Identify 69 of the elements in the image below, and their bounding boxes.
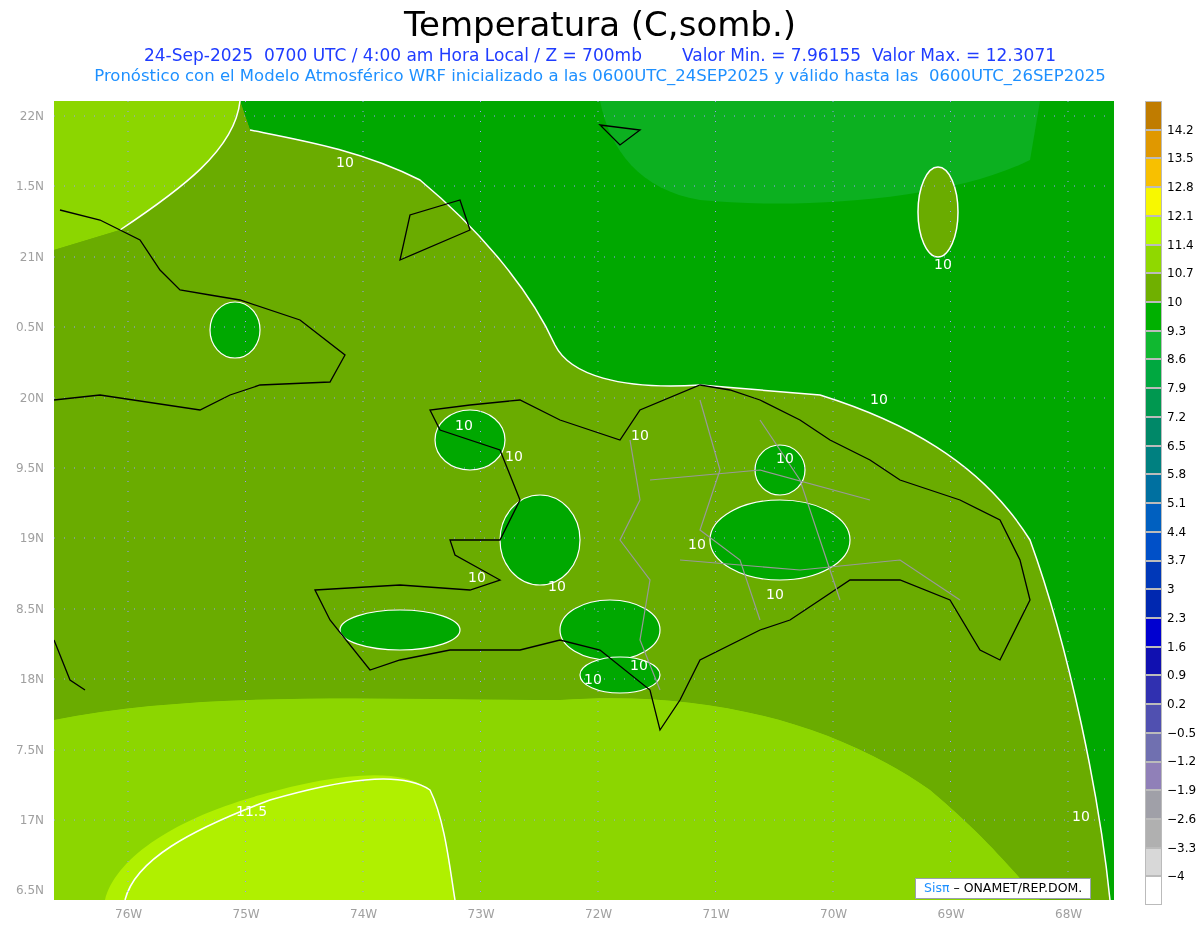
longitude-label: 74W <box>350 906 376 922</box>
forecast-info: 24-Sep-2025 0700 UTC / 4:00 am Hora Local / Z = 700mb <box>143 44 642 66</box>
latitude-label: 17N <box>18 812 44 828</box>
colorbar-label: 0.2 <box>1167 696 1187 712</box>
longitude-label: 72W <box>585 906 611 922</box>
contour-label: 10 <box>766 586 784 602</box>
latitude-label: 7.5N <box>14 741 44 758</box>
colorbar-label: 8.6 <box>1167 351 1187 368</box>
colorbar-label: 13.5 <box>1167 150 1194 167</box>
colorbar-label: 12.1 <box>1167 207 1194 224</box>
latitude-label: 22N <box>18 108 44 124</box>
contour-label: 10 <box>630 657 648 673</box>
contour-label: 10 <box>336 154 354 170</box>
latitude-label: 1.5N <box>14 178 44 195</box>
colorbar-label: 5.8 <box>1167 466 1187 483</box>
contour-label: 11.5 <box>236 803 268 819</box>
colorbar-label: 4.4 <box>1167 523 1187 540</box>
value-range: Valor Min. = 7.96155 Valor Max. = 12.3071 <box>681 44 1057 66</box>
longitude-label: 71W <box>702 906 729 922</box>
colorbar-label: −2.6 <box>1167 810 1197 827</box>
longitude-label: 68W <box>1055 906 1081 922</box>
contour-label: 10 <box>1072 808 1090 824</box>
colorbar-label: 3 <box>1167 581 1175 598</box>
longitude-label: 69W <box>937 906 964 922</box>
colorbar-label: 11.4 <box>1167 236 1194 253</box>
longitude-label: 70W <box>820 906 846 922</box>
colorbar-label: 9.3 <box>1167 322 1187 339</box>
contour-label: 10 <box>505 448 523 464</box>
colorbar-label: 2.3 <box>1167 609 1187 626</box>
colorbar-label: −4 <box>1167 868 1185 885</box>
colorbar-label: 5.1 <box>1167 495 1187 511</box>
contour-label: 10 <box>455 417 473 433</box>
colorbar-label: 10 <box>1167 294 1183 310</box>
colorbar-label: 10.7 <box>1167 265 1194 282</box>
colorbar-label: 7.9 <box>1167 380 1187 397</box>
colorbar-label: 3.7 <box>1167 552 1187 569</box>
colorbar-label: 0.9 <box>1167 667 1187 684</box>
longitude-label: 76W <box>115 906 141 922</box>
credit-text: – ONAMET/REP.DOM. <box>952 879 1083 898</box>
chart-title: Temperatura (C,somb.) <box>404 4 796 44</box>
brand-logo-text: Sisπ <box>924 879 950 898</box>
latitude-label: 0.5N <box>14 319 44 336</box>
contour-label: 10 <box>468 569 486 585</box>
colorbar-label: −3.3 <box>1167 839 1197 856</box>
latitude-label: 6.5N <box>14 882 44 899</box>
contour-label: 10 <box>548 578 566 594</box>
latitude-label: 21N <box>18 248 44 265</box>
contour-label: 10 <box>776 450 794 466</box>
colorbar-label: −0.5 <box>1167 724 1197 741</box>
contour-label: 10 <box>584 671 602 687</box>
latitude-label: 9.5N <box>14 460 44 476</box>
longitude-label: 73W <box>467 906 494 922</box>
latitude-label: 18N <box>18 671 44 688</box>
latitude-label: 8.5N <box>14 600 44 617</box>
latitude-label: 19N <box>18 530 44 547</box>
contour-label: 10 <box>631 427 649 443</box>
contour-label: 10 <box>688 536 706 552</box>
latitude-label: 20N <box>18 389 44 406</box>
colorbar-label: 6.5 <box>1167 437 1187 454</box>
colorbar-label: 7.2 <box>1167 408 1187 425</box>
colorbar-label: 12.8 <box>1167 179 1194 196</box>
longitude-label: 75W <box>232 906 259 922</box>
colorbar-label: 14.2 <box>1167 121 1194 138</box>
model-description: Pronóstico con el Modelo Atmosférico WRF inicializado a las 0600UTC_24SEP2025 y válido hasta las 0600UTC_26SEP2025 <box>94 66 1106 86</box>
contour-label: 10 <box>934 256 952 272</box>
colorbar-label: 1.6 <box>1167 638 1187 655</box>
colorbar-label: −1.2 <box>1167 753 1197 770</box>
colorbar-label: −1.9 <box>1167 782 1197 799</box>
contour-label: 10 <box>870 391 888 407</box>
